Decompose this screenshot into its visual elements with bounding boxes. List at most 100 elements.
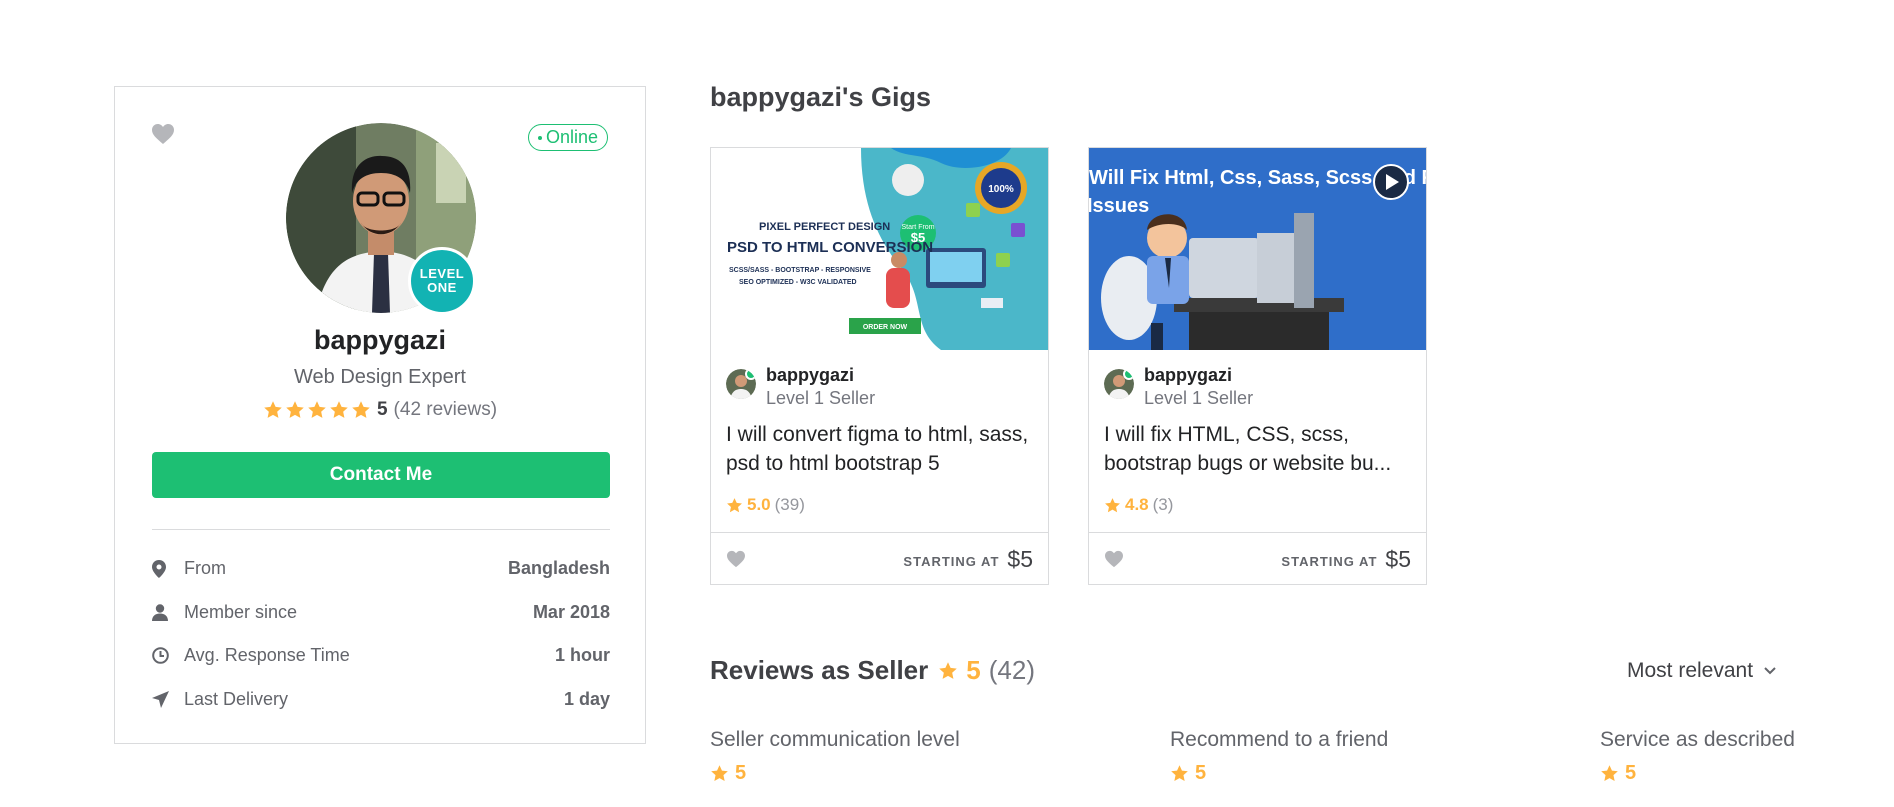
rating-review-count[interactable]: (42 reviews) — [394, 399, 497, 421]
breakdown-value: 5 — [710, 762, 960, 785]
online-dot — [537, 135, 542, 140]
thumb-line3: SCSS/SASS - BOOTSTRAP - RESPONSIVE — [729, 267, 871, 274]
gig-rating-count: (39) — [774, 495, 805, 514]
gig-title[interactable]: I will convert figma to html, sass, psd … — [726, 420, 1036, 478]
heart-icon[interactable] — [726, 550, 746, 568]
star-icon — [352, 401, 370, 418]
reviews-title: Reviews as Seller — [710, 655, 929, 685]
gig-footer: STARTING AT $5 — [711, 532, 1048, 585]
profile-divider — [152, 529, 610, 530]
reviews-header: Reviews as Seller 5 (42) — [710, 655, 1035, 686]
gig-rating-score: 4.8 — [1125, 495, 1149, 514]
star-icon — [286, 401, 304, 418]
breakdown-label: Recommend to a friend — [1170, 728, 1389, 751]
profile-avatar[interactable]: LEVEL ONE — [286, 123, 476, 315]
rating-score: 5 — [376, 399, 388, 420]
level-one-badge: LEVEL ONE — [408, 247, 476, 315]
star-icon — [939, 661, 958, 679]
chevron-down-icon — [1764, 667, 1776, 675]
gig-seller-info: bappygazi Level 1 Seller — [726, 365, 875, 409]
gig-price: $5 — [1007, 545, 1033, 572]
breakdown-value: 5 — [1170, 762, 1388, 785]
gig-card[interactable]: Will Fix Html, Css, Sass, Scss And Respo… — [1087, 147, 1534, 585]
seller-avatar[interactable] — [726, 369, 756, 399]
online-status-badge: Online — [527, 124, 608, 151]
seller-stats: From Bangladesh Member since Mar 2018 Av… — [152, 547, 610, 721]
thumb-line4: SEO OPTIMIZED - W3C VALIDATED — [739, 279, 857, 286]
gig-rating: 4.8 (3) — [1104, 495, 1173, 515]
breakdown-score: 5 — [735, 762, 747, 784]
stat-label: Member since — [184, 601, 298, 622]
star-icon — [1105, 497, 1120, 512]
stat-value: 1 day — [563, 689, 610, 710]
rating-stars — [263, 400, 371, 420]
contact-me-button[interactable]: Contact Me — [152, 452, 610, 498]
guarantee-text: 100% — [988, 184, 1014, 195]
stat-value: 1 hour — [554, 645, 610, 666]
gig-price: $5 — [1385, 545, 1411, 572]
star-icon — [1601, 765, 1618, 782]
stat-label: Avg. Response Time — [184, 645, 350, 666]
seller-profile-card: Online LEVEL ONE bappygazi Web Design Ex… — [114, 86, 646, 744]
profile-tagline: Web Design Expert — [294, 366, 466, 388]
gig-rating-count: (3) — [1152, 495, 1174, 514]
starting-at-label: STARTING AT — [903, 553, 1000, 569]
profile-rating: 5 (42 reviews) — [115, 399, 645, 421]
review-breakdown-item: Service as described 5 — [1600, 728, 1795, 785]
gig-seller-level: Level 1 Seller — [1144, 388, 1254, 408]
thumb-line1: PIXEL PERFECT DESIGN — [759, 221, 890, 233]
review-breakdown-item: Seller communication level 5 — [710, 728, 960, 785]
stat-label: Last Delivery — [184, 689, 289, 710]
reviews-score: 5 — [966, 655, 981, 685]
level-badge-line2: ONE — [427, 280, 457, 295]
heart-icon[interactable] — [151, 123, 175, 145]
stat-value: Mar 2018 — [532, 601, 610, 622]
thumb-line2: PSD TO HTML CONVERSION — [727, 239, 933, 256]
stat-last-delivery: Last Delivery 1 day — [152, 678, 610, 722]
profile-username[interactable]: bappygazi — [115, 325, 645, 356]
location-pin-icon — [152, 559, 184, 578]
gig-card[interactable]: 100% Start From $5 PIXEL PERFECT DESIGN … — [710, 147, 1049, 585]
thumb-line2: Issues — [1089, 195, 1149, 217]
gig-seller-level: Level 1 Seller — [766, 388, 876, 408]
star-icon — [330, 401, 348, 418]
gig-thumbnail[interactable]: 100% Start From $5 PIXEL PERFECT DESIGN … — [711, 148, 1048, 350]
heart-icon[interactable] — [1104, 550, 1124, 568]
level-badge-line1: LEVEL — [419, 266, 465, 281]
gig-thumbnail[interactable]: Will Fix Html, Css, Sass, Scss And Respo… — [1087, 148, 1534, 350]
starting-at-label: STARTING AT — [1281, 553, 1378, 569]
stat-from: From Bangladesh — [152, 547, 610, 591]
review-breakdown-item: Recommend to a friend 5 — [1170, 728, 1388, 785]
gig-seller-name[interactable]: bappygazi — [766, 365, 875, 386]
send-icon — [152, 691, 184, 709]
breakdown-score: 5 — [1195, 762, 1207, 784]
gig-footer: STARTING AT $5 — [1089, 532, 1426, 585]
star-icon — [308, 401, 326, 418]
reviews-count: (42) — [988, 655, 1035, 685]
stat-value: Bangladesh — [507, 558, 610, 579]
stat-label: From — [184, 558, 226, 579]
breakdown-value: 5 — [1600, 762, 1795, 785]
gig-rating: 5.0 (39) — [726, 495, 805, 515]
stat-member-since: Member since Mar 2018 — [152, 591, 610, 635]
breakdown-label: Seller communication level — [710, 728, 960, 751]
seller-avatar[interactable] — [1104, 369, 1134, 399]
star-icon — [727, 497, 742, 512]
stat-response-time: Avg. Response Time 1 hour — [152, 634, 610, 678]
sort-label: Most relevant — [1627, 659, 1754, 682]
clock-icon — [152, 647, 184, 665]
user-icon — [152, 604, 184, 621]
gig-title[interactable]: I will fix HTML, CSS, scss, bootstrap bu… — [1104, 420, 1414, 478]
order-now-text: ORDER NOW — [863, 324, 908, 331]
gig-seller-info: bappygazi Level 1 Seller — [1104, 365, 1253, 409]
sort-dropdown[interactable]: Most relevant — [1627, 659, 1777, 683]
online-label: Online — [545, 127, 598, 147]
gig-seller-name[interactable]: bappygazi — [1144, 365, 1253, 386]
star-icon — [1171, 765, 1188, 782]
breakdown-label: Service as described — [1600, 728, 1795, 751]
gigs-section-title: bappygazi's Gigs — [710, 82, 931, 112]
breakdown-score: 5 — [1625, 762, 1637, 784]
gig-rating-score: 5.0 — [747, 495, 771, 514]
star-icon — [264, 401, 282, 418]
star-icon — [711, 765, 728, 782]
